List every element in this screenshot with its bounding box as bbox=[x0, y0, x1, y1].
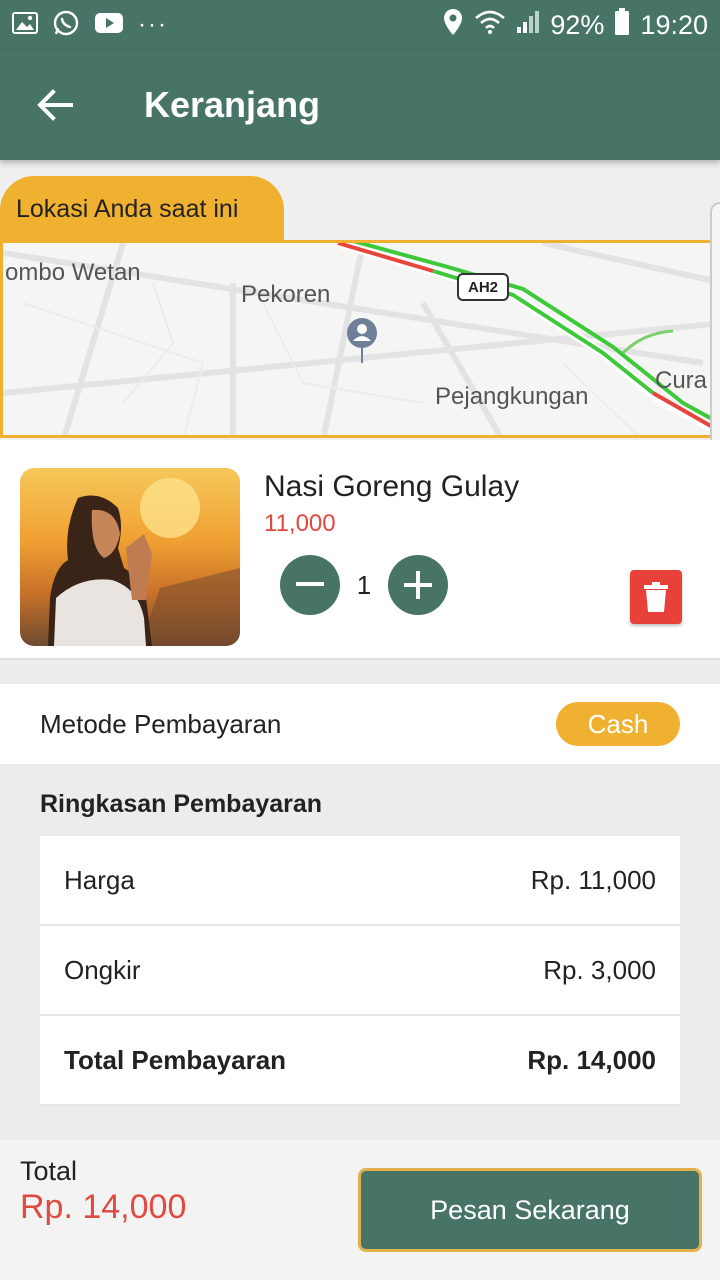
summary-label: Ongkir bbox=[64, 954, 141, 985]
payment-method-row: Metode Pembayaran Cash bbox=[0, 684, 720, 764]
summary-row-price: Harga Rp. 11,000 bbox=[40, 836, 680, 926]
location-icon bbox=[442, 8, 464, 43]
total-label: Total bbox=[20, 1156, 78, 1186]
payment-method-label: Metode Pembayaran bbox=[40, 708, 282, 739]
summary-value: Rp. 14,000 bbox=[527, 1044, 656, 1075]
road-shield: AH2 bbox=[457, 273, 509, 301]
delete-item-button[interactable] bbox=[630, 570, 682, 624]
summary-value: Rp. 11,000 bbox=[530, 864, 656, 895]
map-view[interactable]: ombo Wetan Pekoren Pejangkungan Cura AH2 bbox=[0, 240, 720, 438]
plus-icon bbox=[404, 571, 432, 599]
app-bar: Keranjang bbox=[0, 50, 720, 160]
quantity-value: 1 bbox=[356, 570, 372, 600]
location-tab: Lokasi Anda saat ini bbox=[0, 176, 284, 242]
whatsapp-icon bbox=[52, 9, 80, 42]
clock: 19:20 bbox=[640, 9, 708, 40]
food-photo bbox=[20, 468, 240, 646]
map-label: Pejangkungan bbox=[435, 383, 589, 410]
wifi-icon bbox=[474, 9, 506, 42]
trash-icon bbox=[644, 582, 668, 612]
summary-title: Ringkasan Pembayaran bbox=[40, 790, 323, 818]
drawer-edge-handle[interactable] bbox=[710, 202, 720, 442]
back-button[interactable] bbox=[0, 50, 110, 160]
increase-quantity-button[interactable] bbox=[388, 555, 448, 615]
minus-icon bbox=[296, 582, 324, 586]
decrease-quantity-button[interactable] bbox=[280, 555, 340, 615]
image-icon bbox=[12, 11, 38, 40]
item-price: 11,000 bbox=[264, 510, 336, 537]
summary-row-shipping: Ongkir Rp. 3,000 bbox=[40, 926, 680, 1016]
order-now-button[interactable]: Pesan Sekarang bbox=[358, 1168, 702, 1252]
item-name: Nasi Goreng Gulay bbox=[264, 470, 520, 503]
total-value: Rp. 14,000 bbox=[20, 1188, 187, 1226]
map-label: Cura bbox=[655, 367, 708, 394]
checkout-bar: Total Rp. 14,000 Pesan Sekarang bbox=[0, 1140, 720, 1280]
battery-icon bbox=[614, 7, 630, 43]
cart-item: Nasi Goreng Gulay 11,000 1 bbox=[0, 440, 720, 660]
summary-table: Harga Rp. 11,000 Ongkir Rp. 3,000 Total … bbox=[40, 836, 680, 1106]
payment-method-badge[interactable]: Cash bbox=[556, 702, 680, 746]
signal-icon bbox=[516, 10, 540, 41]
summary-label: Harga bbox=[64, 864, 135, 895]
arrow-left-icon bbox=[37, 89, 73, 121]
more-dots-icon: ··· bbox=[138, 11, 168, 38]
page-title: Keranjang bbox=[144, 84, 321, 125]
battery-percent: 92% bbox=[550, 9, 605, 40]
status-bar: ··· 92% 19:20 bbox=[0, 0, 720, 50]
map-label: Pekoren bbox=[241, 281, 331, 308]
location-section: Lokasi Anda saat ini ombo Wetan Pekoren … bbox=[0, 160, 720, 442]
summary-row-total: Total Pembayaran Rp. 14,000 bbox=[40, 1016, 680, 1106]
map-label: ombo Wetan bbox=[5, 259, 141, 286]
summary-value: Rp. 3,000 bbox=[543, 954, 656, 985]
youtube-icon bbox=[94, 11, 124, 40]
summary-label: Total Pembayaran bbox=[64, 1044, 287, 1075]
